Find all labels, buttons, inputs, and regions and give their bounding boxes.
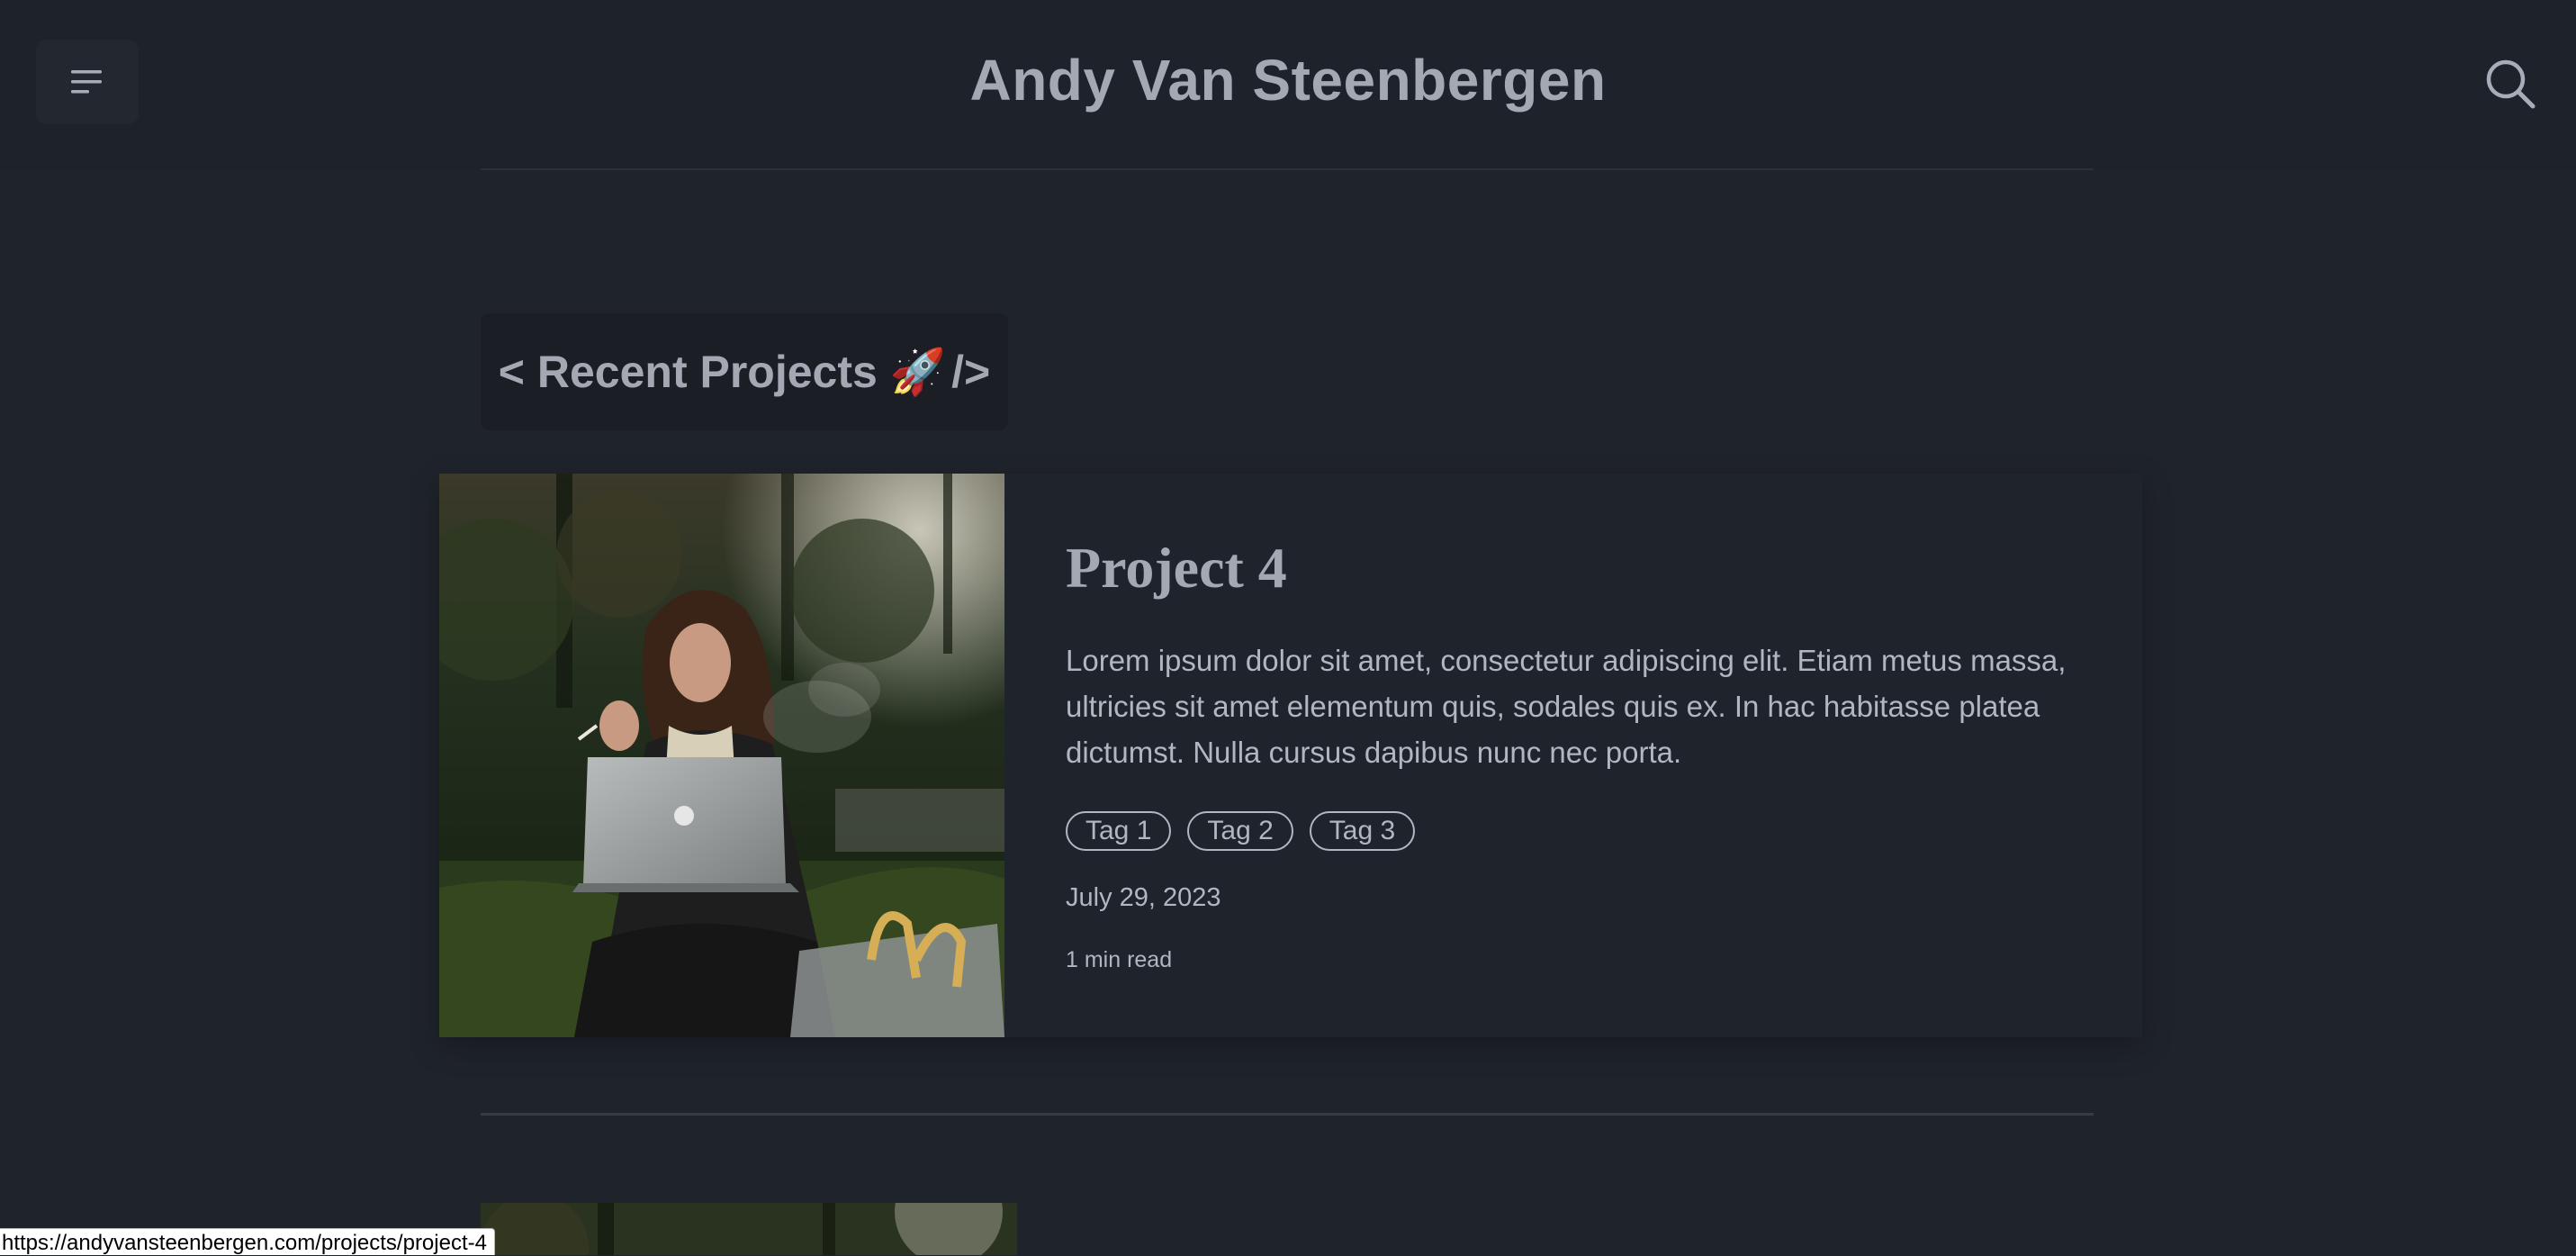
tag[interactable]: Tag 1 bbox=[1066, 811, 1171, 851]
project-tags: Tag 1 Tag 2 Tag 3 bbox=[1066, 811, 2092, 851]
header-divider bbox=[481, 168, 2094, 170]
project-read-time: 1 min read bbox=[1066, 947, 2092, 973]
section-heading: < Recent Projects 🚀 /> bbox=[481, 313, 1008, 430]
project-card-body: Project 4 Lorem ipsum dolor sit amet, co… bbox=[1066, 537, 2092, 973]
project-card[interactable]: Project 4 Lorem ipsum dolor sit amet, co… bbox=[439, 474, 2142, 1037]
section-heading-prefix: < Recent Projects bbox=[499, 346, 878, 398]
next-project-thumbnail[interactable] bbox=[481, 1203, 1017, 1255]
project-excerpt: Lorem ipsum dolor sit amet, consectetur … bbox=[1066, 637, 2092, 775]
rocket-icon: 🚀 bbox=[890, 346, 946, 399]
site-title[interactable]: Andy Van Steenbergen bbox=[0, 47, 2576, 113]
status-bar-url: https://andyvansteenbergen.com/projects/… bbox=[0, 1228, 495, 1255]
tag[interactable]: Tag 3 bbox=[1310, 811, 1415, 851]
project-thumbnail[interactable] bbox=[439, 474, 1004, 1037]
search-button[interactable] bbox=[2479, 52, 2542, 115]
project-date: July 29, 2023 bbox=[1066, 883, 2092, 913]
site-header: Andy Van Steenbergen bbox=[0, 0, 2576, 169]
search-icon bbox=[2483, 57, 2537, 111]
section-divider bbox=[481, 1113, 2094, 1116]
tag[interactable]: Tag 2 bbox=[1187, 811, 1293, 851]
section-heading-suffix: /> bbox=[951, 346, 990, 398]
project-title[interactable]: Project 4 bbox=[1066, 537, 2092, 600]
